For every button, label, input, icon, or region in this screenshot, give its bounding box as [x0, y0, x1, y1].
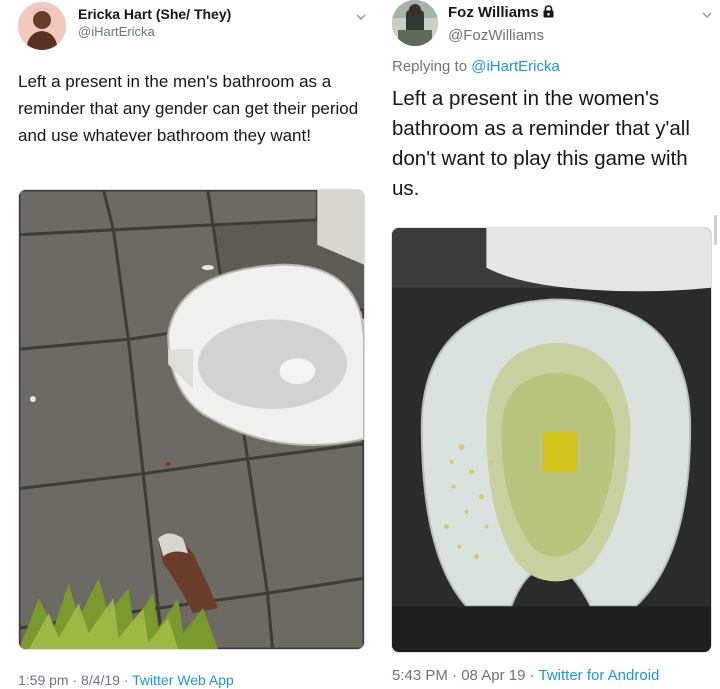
- replying-to: Replying to @iHartEricka: [392, 58, 560, 75]
- tweet-source-link[interactable]: Twitter for Android: [538, 667, 659, 684]
- toilet-photo: [392, 228, 711, 652]
- display-name[interactable]: Foz Williams: [448, 4, 554, 22]
- user-handle[interactable]: @iHartEricka: [78, 24, 155, 39]
- chevron-down-icon[interactable]: [356, 10, 366, 24]
- user-handle[interactable]: @FozWilliams: [448, 27, 544, 44]
- tweet-source-link[interactable]: Twitter Web App: [132, 672, 234, 688]
- bathroom-floor-photo: [19, 190, 364, 649]
- reply-mention-link[interactable]: @iHartEricka: [471, 58, 560, 75]
- scrollbar[interactable]: [714, 215, 717, 245]
- display-name[interactable]: Ericka Hart (She/ They): [78, 6, 231, 22]
- lock-icon: [543, 5, 554, 22]
- avatar[interactable]: [392, 0, 438, 46]
- tweet-photo[interactable]: [391, 227, 712, 653]
- timestamp[interactable]: 5:43 PM · 08 Apr 19 ·: [392, 667, 538, 684]
- display-name-text: Foz Williams: [448, 4, 539, 21]
- tweet-photo[interactable]: [18, 189, 365, 650]
- chevron-down-icon[interactable]: [702, 8, 712, 22]
- tweet-timestamp: 1:59 pm · 8/4/19 · Twitter Web App: [18, 672, 234, 688]
- tweet-ericka-hart: Ericka Hart (She/ They) @iHartEricka Lef…: [0, 0, 380, 689]
- tweet-foz-williams: Foz Williams @FozWilliams Replying to @i…: [380, 0, 720, 689]
- reply-prefix: Replying to: [392, 58, 472, 75]
- avatar-image: [18, 2, 66, 50]
- avatar-image: [392, 0, 438, 46]
- tweet-text: Left a present in the men's bathroom as …: [18, 72, 359, 145]
- tweet-text: Left a present in the women's bathroom a…: [392, 87, 690, 200]
- tweet-timestamp: 5:43 PM · 08 Apr 19 · Twitter for Androi…: [392, 667, 659, 684]
- avatar[interactable]: [18, 2, 66, 50]
- timestamp[interactable]: 1:59 pm · 8/4/19 ·: [18, 672, 132, 688]
